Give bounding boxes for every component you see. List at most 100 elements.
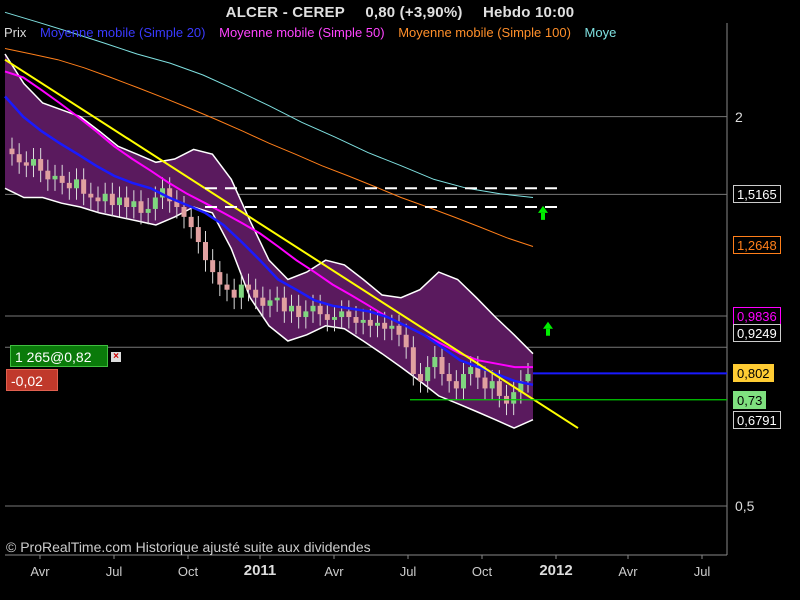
- candle-body-19: [145, 208, 151, 213]
- candle-body-7: [59, 175, 65, 183]
- candle-body-72: [525, 374, 531, 382]
- candle-body-41: [303, 311, 309, 318]
- legend-ma20: Moyenne mobile (Simple 20): [40, 25, 206, 40]
- candle-body-59: [432, 357, 438, 368]
- chart-legend: Prix Moyenne mobile (Simple 20) Moyenne …: [4, 25, 728, 40]
- candle-body-4: [38, 159, 44, 171]
- candle-body-6: [52, 175, 58, 180]
- legend-prix: Prix: [4, 25, 27, 40]
- y-tick-label: 0,5: [735, 498, 755, 515]
- candle-body-8: [66, 182, 72, 189]
- candle-body-12: [95, 197, 101, 202]
- candle-body-18: [138, 201, 144, 213]
- candle-body-68: [496, 381, 502, 396]
- x-tick-label: Jul: [399, 564, 417, 579]
- price-level-label: 0,9836: [733, 307, 781, 325]
- candle-body-24: [181, 207, 187, 217]
- x-tick-label: 2012: [539, 562, 573, 579]
- candle-body-29: [217, 272, 223, 285]
- candle-body-62: [453, 381, 459, 389]
- candle-body-64: [468, 367, 474, 375]
- candle-body-52: [382, 322, 388, 329]
- candle-body-63: [461, 374, 466, 389]
- candle-body-26: [195, 227, 201, 243]
- x-tick-label: 2011: [243, 562, 277, 579]
- x-tick-label: Jul: [693, 564, 711, 579]
- candle-body-66: [482, 377, 488, 389]
- order-close-icon[interactable]: ×: [111, 352, 121, 362]
- candle-body-3: [31, 159, 36, 166]
- candle-body-32: [238, 284, 244, 298]
- x-tick-label: Oct: [471, 564, 493, 579]
- price-level-label: 1,5165: [733, 185, 781, 204]
- candle-body-14: [109, 193, 115, 206]
- price-level-label: 0,73: [733, 390, 767, 409]
- price-level-label: 0,9249: [733, 324, 781, 343]
- candle-body-48: [353, 317, 359, 323]
- candle-body-50: [367, 319, 373, 326]
- y-tick-label: 2: [735, 108, 743, 125]
- candle-body-60: [439, 357, 445, 375]
- x-tick-label: Jul: [105, 564, 123, 579]
- x-tick-label: Oct: [177, 564, 199, 579]
- candle-body-46: [339, 311, 345, 318]
- up-arrow-icon-1: [543, 321, 553, 329]
- candle-body-38: [281, 297, 287, 312]
- candle-body-49: [360, 319, 366, 323]
- x-tick-label: Avr: [324, 564, 344, 579]
- candle-body-58: [425, 367, 431, 382]
- candle-body-40: [296, 305, 302, 318]
- candle-body-34: [253, 289, 259, 298]
- candle-body-47: [346, 311, 352, 318]
- candle-body-42: [310, 305, 316, 312]
- candle-body-44: [324, 314, 330, 320]
- x-tick-label: Avr: [618, 564, 638, 579]
- up-arrow-shaft-1: [546, 328, 550, 336]
- up-arrow-shaft-0: [541, 212, 545, 220]
- candle-body-55: [403, 334, 409, 348]
- candle-body-61: [446, 374, 452, 382]
- candle-body-10: [81, 179, 87, 194]
- candle-body-9: [74, 179, 79, 189]
- candle-body-45: [332, 317, 337, 320]
- price-level-label: 0,6791: [733, 411, 781, 430]
- candle-body-20: [152, 197, 158, 209]
- candle-body-35: [260, 297, 266, 306]
- candle-body-15: [117, 197, 122, 206]
- candle-body-56: [410, 347, 416, 375]
- price-level-label: 1,2648: [733, 236, 781, 255]
- candle-body-70: [511, 392, 517, 404]
- trendline: [4, 58, 579, 429]
- x-tick-label: Avr: [30, 564, 50, 579]
- candle-body-5: [45, 170, 51, 180]
- candle-body-43: [317, 305, 323, 315]
- price-chart[interactable]: [0, 0, 800, 600]
- candle-body-30: [224, 284, 230, 290]
- candle-body-1: [16, 154, 22, 163]
- order-label[interactable]: 1 265@0,82: [10, 345, 108, 367]
- candle-body-33: [246, 284, 251, 290]
- candle-body-36: [267, 300, 273, 306]
- candle-body-31: [231, 289, 237, 298]
- candle-body-28: [210, 260, 216, 273]
- candle-body-27: [203, 242, 208, 261]
- candle-body-37: [274, 297, 280, 301]
- candle-body-54: [396, 325, 402, 335]
- candle-body-17: [131, 201, 137, 208]
- pnl-label: -0,02: [6, 369, 58, 391]
- copyright-text: © ProRealTime.com Historique ajusté suit…: [6, 539, 371, 555]
- candle-body-39: [289, 305, 294, 312]
- legend-ma100: Moyenne mobile (Simple 100): [398, 25, 571, 40]
- legend-ma50: Moyenne mobile (Simple 50): [219, 25, 385, 40]
- candle-body-11: [88, 193, 94, 198]
- candle-body-2: [23, 162, 29, 166]
- price-level-label: 0,802: [733, 364, 774, 383]
- candle-body-0: [9, 148, 15, 155]
- candle-body-25: [188, 216, 194, 228]
- candle-body-13: [102, 193, 108, 202]
- candle-body-53: [389, 325, 395, 329]
- legend-ma-extra: Moye: [584, 25, 617, 40]
- candle-body-67: [489, 381, 495, 389]
- candle-body-57: [418, 374, 423, 382]
- candle-body-51: [375, 322, 380, 326]
